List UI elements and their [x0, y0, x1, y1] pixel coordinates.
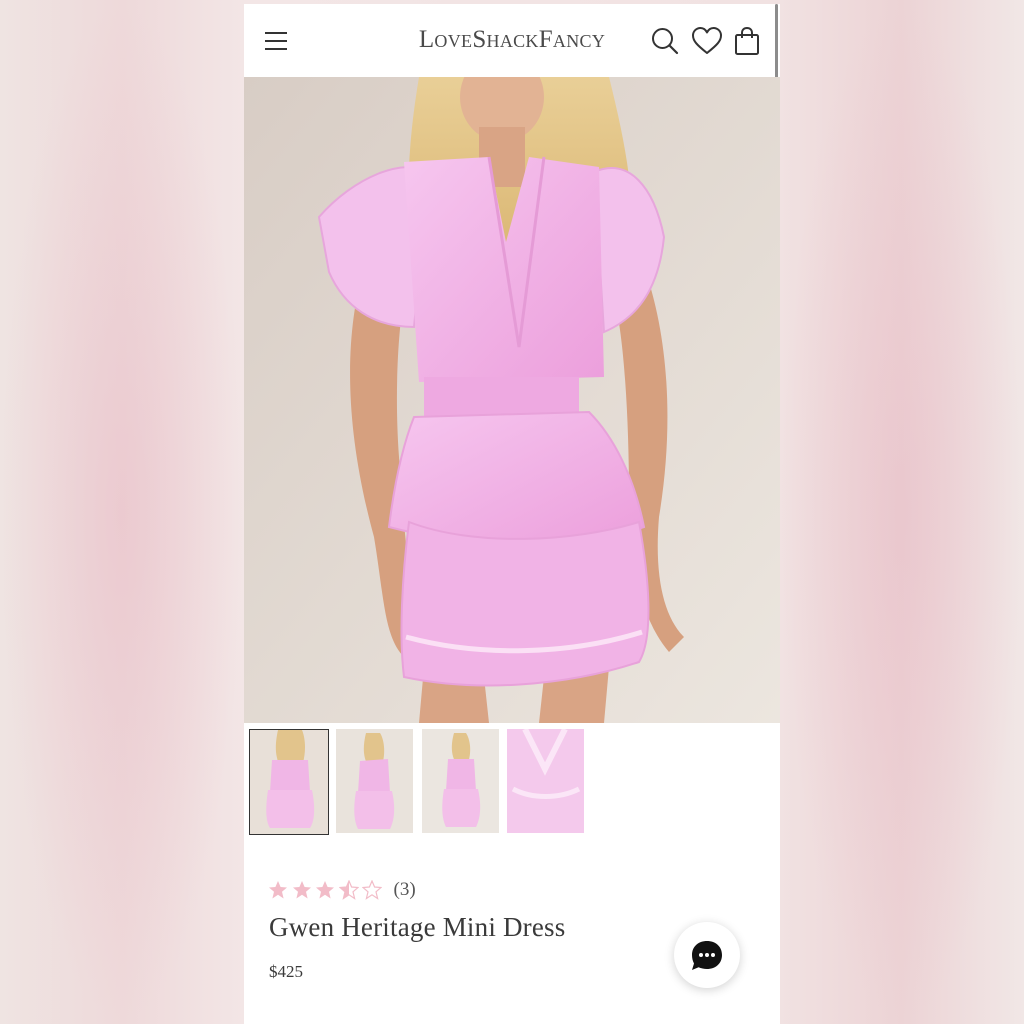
model-in-dress-illustration — [244, 77, 780, 723]
search-icon[interactable] — [650, 26, 680, 56]
shopping-bag-icon[interactable] — [733, 26, 763, 56]
product-title: Gwen Heritage Mini Dress — [269, 912, 566, 942]
chat-button[interactable] — [674, 922, 740, 988]
background-left — [0, 0, 244, 1024]
mobile-page: LoveShackFancy (3) Gwen Heritage Mini Dr… — [244, 4, 780, 1024]
thumbnail-2[interactable] — [336, 729, 413, 833]
menu-icon[interactable] — [265, 32, 287, 50]
brand-logo[interactable]: LoveShackFancy — [414, 26, 610, 54]
thumbnail-3[interactable] — [422, 729, 499, 833]
chat-bubble-icon — [692, 941, 722, 970]
star-full-icon — [292, 881, 311, 899]
product-price: $425 — [269, 962, 303, 981]
background-right — [780, 0, 1024, 1024]
thumbnail-4[interactable] — [507, 729, 584, 833]
star-empty-icon — [362, 880, 382, 900]
heart-icon[interactable] — [691, 26, 722, 56]
thumbnail-1[interactable] — [249, 729, 329, 835]
star-full-icon — [269, 881, 287, 899]
product-rating[interactable]: (3) — [268, 878, 416, 902]
review-count[interactable]: (3) — [394, 879, 416, 901]
star-full-icon — [316, 881, 334, 899]
product-main-image[interactable] — [244, 77, 780, 723]
star-half-icon — [338, 880, 359, 900]
site-header: LoveShackFancy — [244, 4, 780, 114]
